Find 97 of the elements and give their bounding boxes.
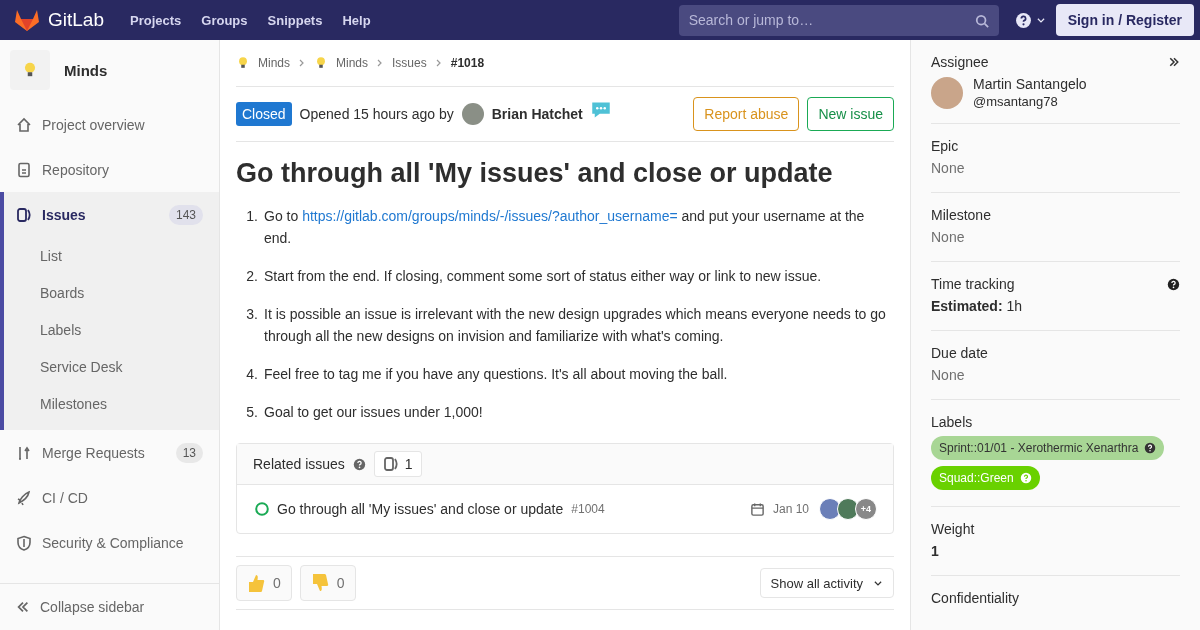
author-link[interactable]: Brian Hatchet [491,106,583,122]
section-label: Due date [931,345,988,361]
calendar-icon [749,501,765,517]
section-label: Assignee [931,54,989,70]
sidebar-subitem[interactable]: Milestones [4,385,219,422]
list-item: It is possible an issue is irrelevant with the new design upgrades which means everyone needs to go through all the new designs on invision and familiarize with what's coming. [264,305,887,346]
search-field[interactable]: Search or jump to… [678,4,999,36]
caret-icon [1035,15,1046,25]
section-value: None [931,160,966,176]
issue-link[interactable]: Go through all 'My issues' and close or update [277,501,564,517]
breadcrumb-link[interactable]: #1018 [450,56,485,70]
issue-title: Go through all 'My issues' and close or update [236,158,834,189]
merge-request-icon [16,444,32,461]
count-badge: 13 [175,442,203,463]
sidebar-item[interactable]: Repository [4,147,219,192]
issue-number: #1004 [571,502,605,516]
section-value: None [931,229,966,245]
assignee-username: @msantang78 [973,94,1059,109]
assignee-name[interactable]: Martin Santangelo [973,76,1087,92]
help-icon [352,457,366,471]
sidebar-subitem[interactable]: List [4,237,219,274]
house-icon [16,116,32,133]
help-icon [1019,472,1032,484]
more-assignees-badge[interactable]: +4 [855,498,877,520]
list-item: Feel free to tag me if you have any questions. It's all about moving the ball. [264,365,728,384]
thumbs-down-icon [310,573,329,593]
list-item: Goal to get our issues under 1,000! [264,403,483,422]
section-title: Related issues [253,456,345,472]
section-label: Epic [931,138,959,154]
chat-bubble-icon [590,100,611,120]
link[interactable]: https://gitlab.com/groups/minds/-/issues/?author_username= [302,208,678,224]
section-label: Labels [931,414,973,430]
nav-link[interactable]: Help [342,12,371,28]
list-number: 2. [246,267,258,286]
fox-logo-icon[interactable] [14,8,40,32]
reaction-button[interactable]: 0 [299,565,356,601]
breadcrumb-link[interactable]: Issues [392,56,427,70]
help-menu-button[interactable] [1014,11,1046,29]
section-label: Weight [931,521,975,537]
count-badge: 1 [373,451,422,477]
sidebar-subitem[interactable]: Labels [4,311,219,348]
section-label: Milestone [931,207,991,223]
chevron-right-icon [298,59,306,67]
section-label: Time tracking [931,276,1015,292]
estimate-value: 1h [1006,298,1023,314]
assignee-avatar[interactable] [819,498,841,520]
shield-icon [16,534,32,551]
open-status-icon [255,502,269,516]
nav-link[interactable]: Projects [130,12,182,28]
lightbulb-icon [314,56,328,70]
sidebar-item[interactable]: CI / CD [4,475,219,520]
section-value: 1 [931,543,940,559]
issues-icon [382,456,399,472]
lightbulb-icon [236,56,250,70]
nav-link[interactable]: Groups [201,12,248,28]
document-icon [16,161,32,178]
assignee-avatar[interactable] [837,498,859,520]
list-number: 3. [246,305,258,324]
help-icon [1014,11,1032,29]
breadcrumb-link[interactable]: Minds [336,56,369,70]
section-label: Confidentiality [931,590,1019,606]
double-chevron-right-icon [1168,56,1180,68]
sidebar-subitem[interactable]: Service Desk [4,348,219,385]
sidebar-item[interactable]: Project overview [4,102,219,147]
opened-text: Opened 15 hours ago by [299,106,454,122]
due-date: Jan 10 [772,502,809,516]
count-badge: 143 [168,204,203,225]
list-number: 1. [246,207,258,226]
list-number: 4. [246,365,258,384]
breadcrumb-link[interactable]: Minds [258,56,290,70]
label-tag[interactable]: Sprint::01/01 - Xerothermic Xenarthra [931,436,1165,460]
sign-in-button[interactable]: Sign in / Register [1055,4,1194,36]
sidebar-item[interactable]: Issues 143 [4,192,219,237]
section-value: None [931,367,966,383]
sidebar-item[interactable]: Security & Compliance [4,520,219,565]
project-name[interactable]: Minds [64,61,108,79]
issues-icon [16,206,32,223]
help-icon [1144,442,1157,454]
reaction-button[interactable]: 0 [236,565,292,601]
help-icon [1167,277,1180,291]
brand-name[interactable]: GitLab [48,9,104,31]
nav-link[interactable]: Snippets [267,12,323,28]
caret-icon [873,578,883,588]
list-item: Go to https://gitlab.com/groups/minds/-/issues/?author_username= and put your username at the end. [264,207,866,248]
double-chevron-left-icon [16,600,30,614]
sidebar-item[interactable]: Merge Requests 13 [4,430,219,475]
thumbs-up-icon [247,573,265,593]
search-icon [974,13,989,28]
list-number: 5. [246,403,258,422]
activity-filter-dropdown[interactable]: Show all activity [759,568,894,598]
estimate-label: Estimated: [931,298,1003,314]
list-item: Start from the end. If closing, comment some sort of status either way or link to new issue. [264,267,822,286]
chevron-right-icon [434,59,443,67]
sidebar-subitem[interactable]: Boards [4,274,219,311]
new-issue-button[interactable]: New issue [807,97,894,131]
author-avatar[interactable] [461,103,484,125]
status-badge: Closed [236,102,292,126]
